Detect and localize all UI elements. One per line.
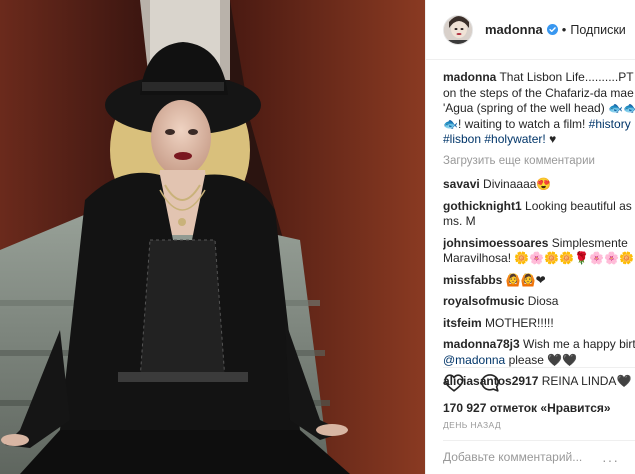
post-timestamp: ДЕНЬ НАЗАД (443, 420, 502, 430)
heart-icon[interactable] (443, 372, 465, 394)
comment-mention[interactable]: @madonna (443, 353, 505, 367)
comment: royalsofmusic Diosa (443, 294, 635, 310)
post-photo[interactable] (0, 0, 425, 474)
comment-text-cont: ms. M (443, 214, 476, 228)
comment-username[interactable]: savavi (443, 177, 480, 191)
comment: missfabbs 🙆🙆❤ (443, 273, 635, 289)
comment-text: Diosa (527, 294, 559, 308)
comment-text-cont: Maravilhosa! 🌼🌸🌼🌼🌹🌸🌸🌼 (443, 251, 634, 265)
comment-username[interactable]: itsfeim (443, 316, 482, 330)
comment: johnsimoessoares Simplesmente Maravilhos… (443, 236, 635, 267)
comment: madonna78j3 Wish me a happy birthd @mado… (443, 337, 635, 368)
caption-text-1: That Lisbon Life..........PT Sittin (499, 70, 635, 84)
comment-text: Divinaaaa😍 (483, 177, 552, 191)
comment: gothicknight1 Looking beautiful as ever … (443, 199, 635, 230)
comment-text: Simplesmente (551, 235, 628, 250)
divider (443, 440, 635, 441)
avatar-image (444, 15, 472, 44)
avatar[interactable] (443, 14, 473, 45)
comment-text: MOTHER!!!!! (485, 315, 554, 330)
caption-text-3: 'Agua (spring of the well head) 🐟🐟🐟 (443, 101, 635, 115)
caption-text-2: on the steps of the Chafariz-da mae d (443, 85, 635, 100)
comment-text-cont: please 🖤🖤 (508, 352, 578, 367)
comment-username[interactable]: madonna78j3 (443, 337, 520, 351)
post-actions (443, 372, 501, 394)
header-username[interactable]: madonna (485, 22, 543, 37)
comment-text: 🙆🙆❤ (505, 272, 546, 287)
comment-username[interactable]: royalsofmusic (443, 294, 524, 308)
add-comment-input[interactable] (443, 446, 623, 468)
likes-count[interactable]: 170 927 отметок «Нравится» (443, 401, 611, 415)
verified-badge-icon (546, 24, 558, 35)
post-header: madonna • Подписки (426, 0, 635, 60)
comment-username[interactable]: gothicknight1 (443, 199, 522, 213)
hashtag-lisbon[interactable]: #lisbon (443, 132, 481, 146)
load-more-comments-link[interactable]: Загрузить еще комментарии (443, 154, 635, 170)
caption-username[interactable]: madonna (443, 70, 496, 84)
caption-text-4: 🐟! waiting to watch a film! (443, 116, 586, 131)
header-separator: • (561, 22, 567, 37)
comment-bubble-icon[interactable] (479, 372, 501, 394)
comment-username[interactable]: johnsimoessoares (443, 236, 548, 250)
following-button[interactable]: Подписки (570, 23, 625, 37)
caption-text-5: ♥ (549, 132, 557, 146)
caption: madonna That Lisbon Life..........PT Sit… (443, 70, 635, 148)
ellipsis-icon[interactable]: ··· (602, 452, 619, 468)
comment: itsfeim MOTHER!!!!! (443, 316, 635, 332)
comment: savavi Divinaaaa😍 (443, 177, 635, 193)
comments-list: madonna That Lisbon Life..........PT Sit… (443, 70, 635, 396)
comment-text: REINA LINDA🖤 (541, 374, 632, 388)
photo-image (0, 0, 425, 474)
comment-text: Wish me a happy birthd (523, 337, 635, 351)
hashtag-holywater[interactable]: #holywater! (484, 132, 545, 146)
post-side-panel: madonna • Подписки madonna That Lisbon L… (425, 0, 635, 474)
comment-username[interactable]: missfabbs (443, 273, 502, 287)
hashtag-history[interactable]: #history (589, 117, 631, 131)
divider (443, 367, 635, 368)
comment-text: Looking beautiful as ever (525, 198, 635, 213)
